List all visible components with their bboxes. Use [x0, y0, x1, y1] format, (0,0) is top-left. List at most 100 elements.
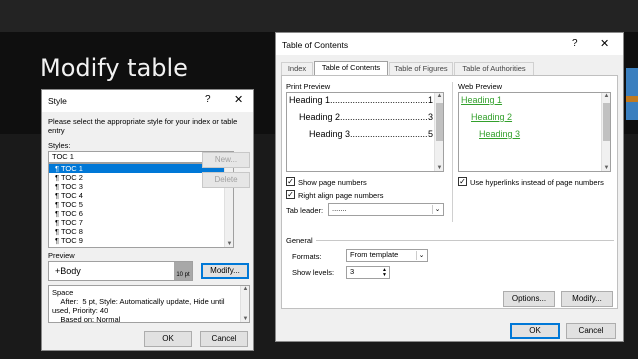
- preview-divider: [452, 82, 453, 222]
- scroll-down-icon[interactable]: ▼: [241, 316, 249, 322]
- style-dialog-title: Style: [48, 96, 67, 106]
- scroll-down-icon[interactable]: ▼: [225, 241, 233, 247]
- right-align-checkbox[interactable]: ✓: [286, 190, 295, 199]
- style-instruction: Please select the appropriate style for …: [48, 117, 238, 135]
- print-preview-row-2: Heading 2 ..............................…: [299, 112, 433, 122]
- help-icon[interactable]: ?: [205, 94, 211, 105]
- preview-font-size: 10 pt: [174, 262, 192, 280]
- close-icon[interactable]: ✕: [600, 37, 609, 50]
- print-page-1: 1: [427, 95, 433, 105]
- slide-top-band: [0, 0, 638, 32]
- web-preview-label: Web Preview: [458, 82, 503, 91]
- scroll-thumb[interactable]: [603, 103, 610, 141]
- description-scrollbar[interactable]: ▲ ▼: [240, 286, 249, 322]
- formats-label: Formats:: [292, 252, 322, 261]
- style-list-item-label: TOC 6: [60, 209, 83, 218]
- scroll-down-icon[interactable]: ▼: [602, 165, 611, 171]
- use-hyperlinks-label: Use hyperlinks instead of page numbers: [470, 178, 604, 187]
- tab-leader-select[interactable]: ....... ⌄: [328, 203, 444, 216]
- toc-tab-panel: Print Preview Heading 1 ................…: [281, 75, 618, 309]
- tab-table-of-figures[interactable]: Table of Figures: [389, 62, 453, 75]
- dot-leader: ........................................…: [350, 129, 428, 139]
- style-list-item-label: TOC 1: [60, 164, 83, 173]
- styles-label: Styles:: [48, 141, 71, 150]
- style-list-item[interactable]: ¶ TOC 4: [49, 191, 233, 200]
- toc-tabs: Index Table of Contents Table of Figures…: [281, 61, 621, 76]
- cancel-button[interactable]: Cancel: [200, 331, 248, 347]
- modify-button[interactable]: Modify...: [561, 291, 613, 307]
- web-preview-scrollbar[interactable]: ▲ ▼: [601, 93, 610, 171]
- chevron-down-icon[interactable]: ⌄: [432, 205, 442, 214]
- delete-style-button[interactable]: Delete: [202, 172, 250, 188]
- help-icon[interactable]: ?: [572, 38, 578, 49]
- print-preview-row-3: Heading 3 ..............................…: [309, 129, 433, 139]
- tab-leader-value: .......: [332, 204, 347, 213]
- tab-table-of-authorities[interactable]: Table of Authorities: [454, 62, 534, 75]
- web-heading-2[interactable]: Heading 2: [471, 112, 512, 122]
- options-button[interactable]: Options...: [503, 291, 555, 307]
- style-list-item-label: TOC 8: [60, 227, 83, 236]
- style-list-item[interactable]: ¶ TOC 9: [49, 236, 233, 245]
- style-list-item[interactable]: ¶ TOC 6: [49, 209, 233, 218]
- style-list-item-label: TOC 9: [60, 236, 83, 245]
- print-heading-2: Heading 2: [299, 112, 341, 122]
- web-preview-box: Heading 1 Heading 2 Heading 3 ▲ ▼: [458, 92, 611, 172]
- right-align-label: Right align page numbers: [298, 191, 384, 200]
- toc-dialog: Table of Contents ? ✕ Index Table of Con…: [275, 32, 624, 342]
- modify-style-button[interactable]: Modify...: [201, 263, 249, 279]
- preview-font-name: +Body: [55, 266, 81, 276]
- print-heading-1: Heading 1: [289, 95, 331, 105]
- style-list-item[interactable]: ¶ TOC 8: [49, 227, 233, 236]
- general-separator: [316, 240, 614, 241]
- scroll-down-icon[interactable]: ▼: [435, 165, 444, 171]
- new-style-button[interactable]: New...: [202, 152, 250, 168]
- toc-dialog-title: Table of Contents: [282, 40, 349, 50]
- preview-box: +Body 10 pt: [48, 261, 193, 281]
- style-name-input-value: TOC 1: [52, 152, 74, 161]
- print-preview-label: Print Preview: [286, 82, 331, 91]
- slide-accent-strip: [626, 68, 638, 120]
- tab-leader-label: Tab leader:: [286, 206, 324, 215]
- toc-dialog-titlebar: Table of Contents ? ✕: [276, 33, 623, 55]
- slide-accent-strip-orange: [626, 96, 638, 102]
- ok-button[interactable]: OK: [510, 323, 560, 339]
- ok-button[interactable]: OK: [144, 331, 192, 347]
- style-list-item-label: TOC 4: [60, 191, 83, 200]
- dot-leader: ........................................…: [330, 95, 428, 105]
- chevron-down-icon[interactable]: ⌄: [416, 251, 426, 260]
- style-list-item[interactable]: ¶ TOC 7: [49, 218, 233, 227]
- tab-index[interactable]: Index: [281, 62, 313, 75]
- show-levels-value: 3: [350, 267, 355, 276]
- scroll-up-icon[interactable]: ▲: [435, 93, 444, 99]
- tab-table-of-contents[interactable]: Table of Contents: [314, 61, 388, 75]
- show-page-numbers-checkbox[interactable]: ✓: [286, 177, 295, 186]
- dot-leader: ........................................…: [340, 112, 428, 122]
- web-heading-3[interactable]: Heading 3: [479, 129, 520, 139]
- scroll-thumb[interactable]: [436, 103, 443, 141]
- close-icon[interactable]: ✕: [234, 93, 243, 106]
- scroll-up-icon[interactable]: ▲: [241, 286, 249, 292]
- print-preview-box: Heading 1 ..............................…: [286, 92, 444, 172]
- style-list-item-label: TOC 2: [60, 173, 83, 182]
- styles-label-text: Styles:: [48, 141, 71, 150]
- formats-value: From template: [350, 250, 399, 259]
- style-list-item-label: TOC 3: [60, 182, 83, 191]
- web-heading-1[interactable]: Heading 1: [461, 95, 502, 105]
- cancel-button[interactable]: Cancel: [566, 323, 616, 339]
- scroll-up-icon[interactable]: ▲: [602, 93, 611, 99]
- style-dialog-titlebar: Style ? ✕: [42, 90, 253, 112]
- show-levels-label: Show levels:: [292, 268, 335, 277]
- print-preview-scrollbar[interactable]: ▲ ▼: [434, 93, 443, 171]
- show-levels-stepper[interactable]: 3 ▲ ▼: [346, 266, 390, 279]
- general-label: General: [286, 236, 313, 245]
- formats-select[interactable]: From template ⌄: [346, 249, 428, 262]
- style-dialog: Style ? ✕ Please select the appropriate …: [41, 89, 254, 351]
- slide-title: Modify table: [40, 54, 188, 82]
- stepper-down-icon[interactable]: ▼: [380, 272, 389, 278]
- print-page-2: 3: [427, 112, 433, 122]
- print-heading-3: Heading 3: [309, 129, 351, 139]
- style-list-item-label: TOC 7: [60, 218, 83, 227]
- use-hyperlinks-checkbox[interactable]: ✓: [458, 177, 467, 186]
- style-description: Space After: 5 pt, Style: Automatically …: [48, 285, 250, 323]
- style-list-item[interactable]: ¶ TOC 5: [49, 200, 233, 209]
